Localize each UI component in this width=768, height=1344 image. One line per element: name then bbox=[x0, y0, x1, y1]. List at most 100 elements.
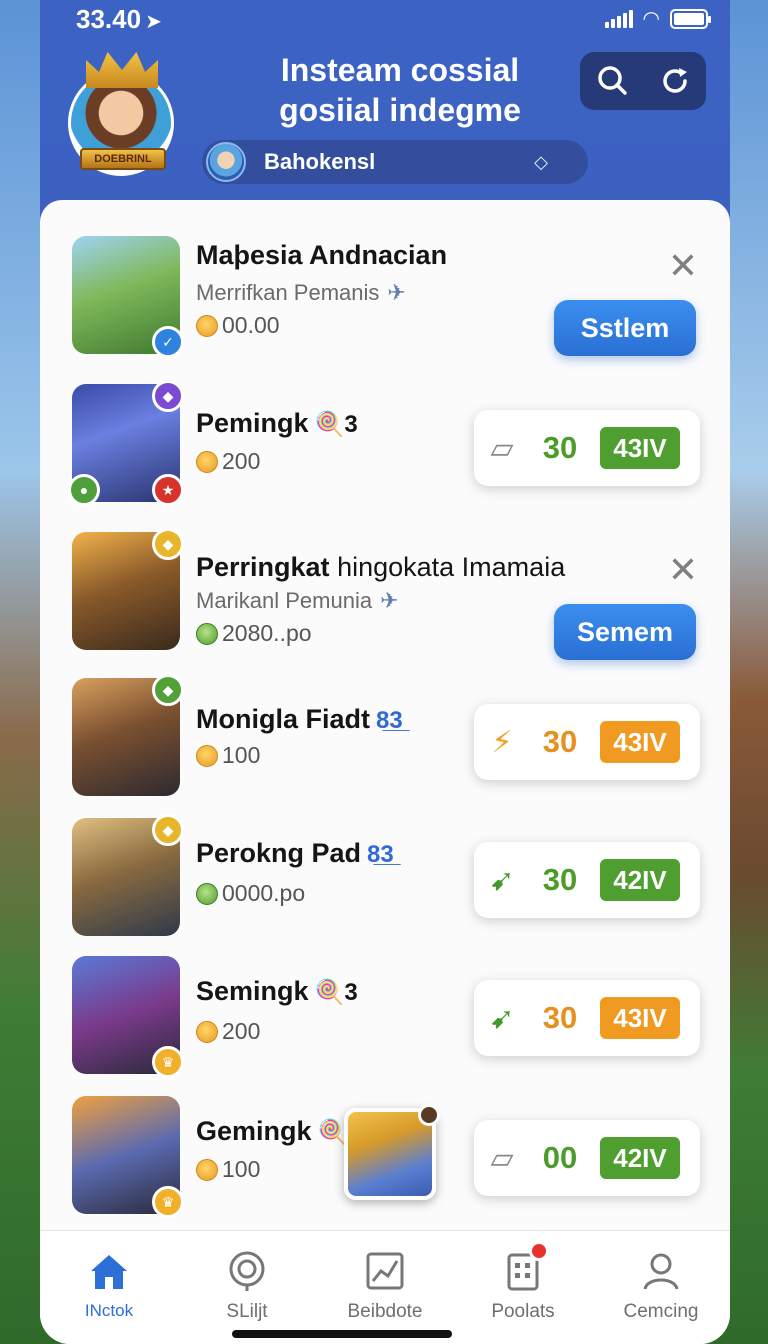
player-name: Pemingk 🍭3 bbox=[196, 408, 358, 438]
score-card[interactable]: ➹ 30 43IV bbox=[474, 980, 700, 1056]
chart-icon bbox=[366, 1252, 404, 1290]
score-pill: 43IV bbox=[600, 427, 680, 469]
character-thumbnail: ◆ bbox=[72, 528, 184, 650]
character-thumbnail: ◆ bbox=[72, 814, 184, 936]
page-title: Insteam cossial gosiial indegme bbox=[279, 52, 521, 128]
wifi-icon: ◠ bbox=[642, 8, 660, 30]
score-value: 30 bbox=[542, 724, 578, 759]
notification-dot bbox=[529, 1241, 549, 1261]
crown-badge-icon: ♛ bbox=[152, 1046, 184, 1078]
target-icon bbox=[229, 1251, 265, 1291]
level-badge-icon: ◆ bbox=[152, 528, 184, 560]
score-pill: 42IV bbox=[600, 1137, 680, 1179]
guild-avatar bbox=[206, 142, 246, 182]
list-item[interactable]: ♛ Semingk 🍭3 200 ➹ 30 43IV bbox=[40, 956, 730, 1078]
coin-amount: 00.00 bbox=[196, 312, 280, 339]
coin-icon bbox=[196, 882, 218, 905]
coin-icon bbox=[196, 314, 218, 337]
character-thumbnail: ◆ bbox=[72, 674, 184, 796]
tab-target[interactable]: SLiljt bbox=[178, 1231, 316, 1344]
leaf-icon: ➹ bbox=[489, 1001, 515, 1035]
score-value: 30 bbox=[542, 430, 578, 465]
level-badge-icon: ◆ bbox=[152, 814, 184, 846]
score-pill: 43IV bbox=[600, 721, 680, 763]
list-item[interactable]: ◆ Perоkng Pad 8̲3̲ 0000.po ➹ 30 42IV bbox=[40, 814, 730, 938]
battery-icon bbox=[670, 8, 711, 29]
player-name: Semingk 🍭3 bbox=[196, 976, 358, 1006]
score-card[interactable]: ▱ 30 43IV bbox=[474, 410, 700, 486]
list-item[interactable]: ✓ Maþesia Andnacian Merrifkan Pemanis ✈ 0… bbox=[40, 236, 730, 358]
tab-label: Cemcing bbox=[623, 1301, 699, 1322]
tab-polls[interactable]: Poolats bbox=[454, 1231, 592, 1344]
player-subtitle: Marikanl Pemunia ✈ bbox=[196, 588, 399, 613]
ranking-list: ✓ Maþesia Andnacian Merrifkan Pemanis ✈ 0… bbox=[40, 200, 730, 1240]
player-name: Moniglа Fiadt 8̲3̲ bbox=[196, 704, 403, 734]
score-card[interactable]: ➹ 30 42IV bbox=[474, 842, 700, 918]
guild-selector[interactable]: Bahokensl ◇ bbox=[202, 140, 588, 184]
crown-badge-icon: ♛ bbox=[152, 1186, 184, 1218]
list-item[interactable]: ◆ Moniglа Fiadt 8̲3̲ 100 ⚡ 30 43IV bbox=[40, 674, 730, 798]
clock: 33.40 ➤ bbox=[76, 4, 162, 34]
coin-amount: 200 bbox=[196, 1018, 260, 1045]
coin-icon bbox=[196, 1158, 218, 1181]
home-icon bbox=[91, 1255, 127, 1289]
tab-profile[interactable]: Cemcing bbox=[592, 1231, 730, 1344]
coin-icon bbox=[196, 744, 218, 767]
header-actions bbox=[580, 52, 706, 110]
floating-character-card[interactable] bbox=[344, 1104, 440, 1200]
clipboard-icon: ▱ bbox=[490, 1141, 514, 1175]
leaf-icon: ➹ bbox=[489, 863, 515, 897]
character-thumbnail: ♛ bbox=[72, 956, 184, 1078]
bottom-tab-bar: INctok SLiljt Beibdote Poolats Cemcing bbox=[40, 1230, 730, 1344]
tab-label: Beibdote bbox=[347, 1301, 423, 1322]
score-card[interactable]: ▱ 00 42IV bbox=[474, 1120, 700, 1196]
crown-icon bbox=[86, 52, 158, 88]
close-icon[interactable]: ✕ bbox=[668, 552, 698, 588]
close-icon[interactable]: ✕ bbox=[668, 248, 698, 284]
star-badge-icon: ★ bbox=[152, 474, 184, 506]
pet-badge-icon: ● bbox=[68, 474, 100, 506]
list-item[interactable]: ◆ ● ★ Pemingk 🍭3 200 ▱ 30 43IV bbox=[40, 380, 730, 506]
list-item[interactable]: ◆ Perringkat hingokata Imamaia Marikanl … bbox=[40, 528, 730, 660]
coin-amount: 0000.po bbox=[196, 880, 305, 907]
refresh-icon[interactable] bbox=[658, 64, 692, 98]
action-button[interactable]: Semem bbox=[554, 604, 696, 660]
avatar-banner: DOEBRINL bbox=[80, 148, 166, 170]
drag-knob-icon[interactable] bbox=[418, 1104, 440, 1126]
tab-label: SLiljt bbox=[226, 1301, 268, 1322]
coin-icon bbox=[196, 450, 218, 473]
signal-icon bbox=[604, 9, 633, 28]
plane-icon: ✈ bbox=[380, 588, 399, 613]
profile-avatar[interactable]: DOEBRINL bbox=[68, 48, 178, 176]
coin-icon bbox=[196, 622, 218, 645]
coin-amount: 200 bbox=[196, 448, 260, 475]
character-thumbnail: ♛ bbox=[72, 1096, 184, 1218]
profile-icon bbox=[643, 1253, 679, 1290]
tab-label: Poolats bbox=[491, 1301, 555, 1322]
diamond-icon: ◇ bbox=[534, 151, 548, 172]
clipboard-icon: ▱ bbox=[490, 431, 514, 465]
player-name: Gemingk 🍭3 bbox=[196, 1116, 361, 1146]
character-thumbnail: ✓ bbox=[72, 236, 184, 358]
score-pill: 43IV bbox=[600, 997, 680, 1039]
score-pill: 42IV bbox=[600, 859, 680, 901]
guild-name: Bahokensl bbox=[264, 149, 376, 174]
level-badge-icon: ◆ bbox=[152, 674, 184, 706]
score-value: 00 bbox=[542, 1140, 578, 1175]
score-card[interactable]: ⚡ 30 43IV bbox=[474, 704, 700, 780]
player-subtitle: Merrifkan Pemanis ✈ bbox=[196, 280, 406, 305]
tab-home[interactable]: INctok bbox=[40, 1231, 178, 1344]
action-button[interactable]: Sstlem bbox=[554, 300, 696, 356]
location-arrow-icon: ➤ bbox=[145, 11, 162, 33]
score-value: 30 bbox=[542, 862, 578, 897]
tab-chart[interactable]: Beibdote bbox=[316, 1231, 454, 1344]
coin-amount: 100 bbox=[196, 1156, 260, 1183]
status-bar: 33.40 ➤ ◠ bbox=[40, 0, 730, 36]
level-badge-icon: ◆ bbox=[152, 380, 184, 412]
coin-amount: 2080..po bbox=[196, 620, 312, 647]
player-name: Maþesia Andnacian bbox=[196, 240, 448, 270]
coin-amount: 100 bbox=[196, 742, 260, 769]
search-icon[interactable] bbox=[595, 64, 629, 98]
plane-icon: ✈ bbox=[387, 280, 406, 305]
score-value: 30 bbox=[542, 1000, 578, 1035]
